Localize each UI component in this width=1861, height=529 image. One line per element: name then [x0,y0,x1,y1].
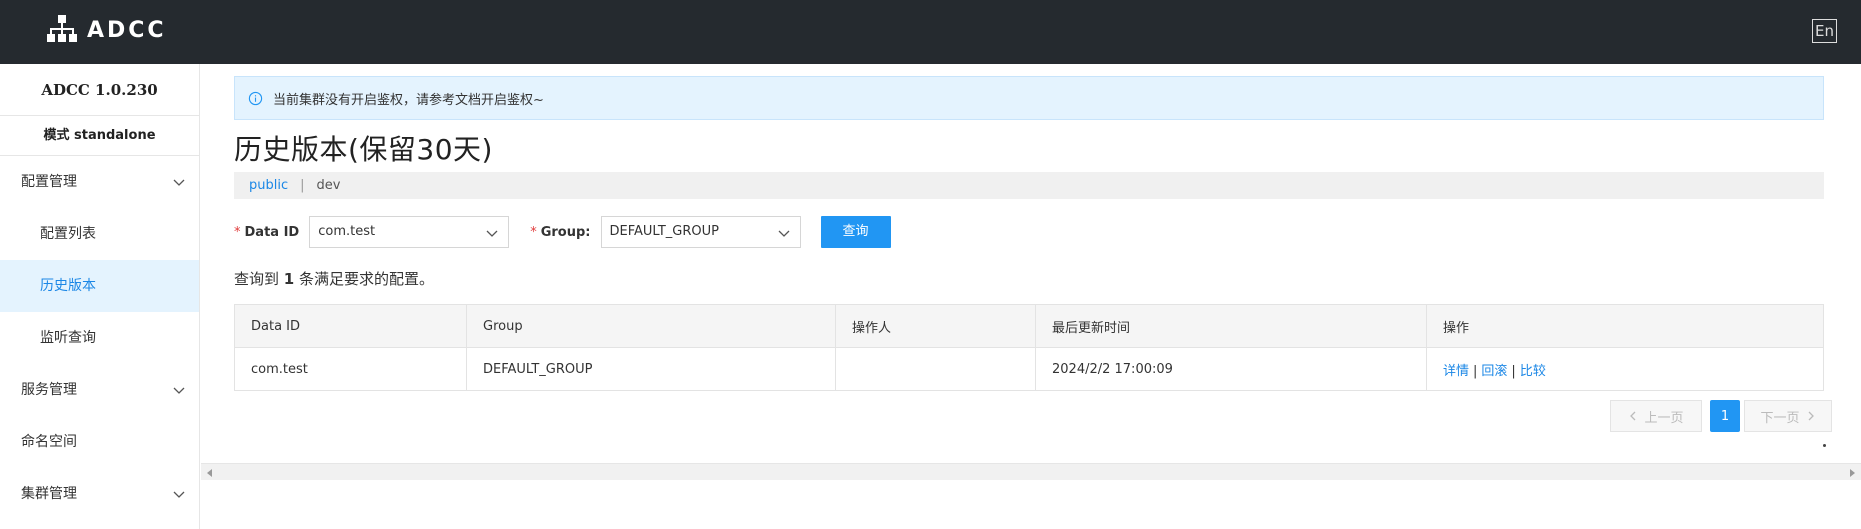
sidebar-item-namespace[interactable]: 命名空间 [0,416,199,468]
top-bar: ADCC En [0,0,1861,64]
compare-link[interactable]: 比较 [1520,364,1546,379]
network-logo-icon [47,15,77,42]
sidebar-item-label: 命名空间 [21,434,77,450]
sidebar: ADCC 1.0.230 模式 standalone 配置管理 配置列表 历史版… [0,64,200,529]
language-toggle-button[interactable]: En [1812,19,1837,43]
table-header-row: Data ID Group 操作人 最后更新时间 操作 [234,304,1824,348]
result-prefix: 查询到 [234,270,280,288]
sidebar-item-label: 历史版本 [40,278,96,294]
chevron-down-icon [173,491,185,498]
cell-data-id: com.test [234,347,467,391]
next-page-label: 下一页 [1760,410,1800,426]
prev-page-label: 上一页 [1644,410,1684,426]
page-number-current[interactable]: 1 [1710,400,1740,432]
data-id-select[interactable]: com.test [309,216,510,248]
required-mark: * [530,224,537,240]
required-mark: * [234,224,241,240]
namespace-bar: public | dev [234,172,1824,199]
detail-link[interactable]: 详情 [1443,364,1469,379]
sidebar-item-label: 监听查询 [40,330,96,346]
sidebar-item-label: 服务管理 [21,382,77,398]
horizontal-scrollbar[interactable] [201,463,1861,480]
data-id-label: Data ID [244,224,300,240]
prev-page-button[interactable]: 上一页 [1610,400,1702,432]
chevron-right-icon [1808,411,1814,421]
group-label: Group: [540,224,591,240]
result-count: 1 [283,270,295,288]
result-suffix: 条满足要求的配置。 [299,270,435,288]
sidebar-mode: 模式 standalone [0,116,199,156]
cell-group: DEFAULT_GROUP [466,347,836,391]
column-header-data-id[interactable]: Data ID [234,304,467,348]
group-value: DEFAULT_GROUP [609,224,720,239]
namespace-separator: | [300,178,305,193]
sidebar-item-service-management[interactable]: 服务管理 [0,364,199,416]
sidebar-item-config-list[interactable]: 配置列表 [0,208,199,260]
chevron-down-icon [778,230,789,237]
page-title: 历史版本(保留30天) [234,133,493,166]
chevron-down-icon [173,179,185,186]
column-header-last-updated[interactable]: 最后更新时间 [1035,304,1427,348]
cell-operator [835,347,1036,391]
scroll-left-arrow-icon[interactable] [207,469,212,477]
main-content: 当前集群没有开启鉴权，请参考文档开启鉴权~ 历史版本(保留30天) public… [201,64,1861,529]
rollback-link[interactable]: 回滚 [1481,364,1507,379]
app-root: ADCC En ADCC 1.0.230 模式 standalone 配置管理 … [0,0,1861,529]
info-icon [248,91,263,105]
logo-text: ADCC [87,17,167,43]
column-header-group[interactable]: Group [466,304,836,348]
query-button[interactable]: 查询 [820,216,891,248]
cell-last-updated: 2024/2/2 17:00:09 [1035,347,1427,391]
group-select[interactable]: DEFAULT_GROUP [600,216,801,248]
sidebar-item-label: 配置列表 [40,226,96,242]
scroll-right-arrow-icon[interactable] [1850,469,1855,477]
namespace-link-public[interactable]: public [249,178,288,193]
chevron-left-icon [1630,411,1636,421]
next-page-button[interactable]: 下一页 [1744,400,1832,432]
chevron-down-icon [486,230,498,237]
cell-actions: 详情 | 回滚 | 比较 [1426,347,1824,391]
sidebar-item-listener-query[interactable]: 监听查询 [0,312,199,364]
action-separator: | [1473,363,1478,379]
column-header-actions: 操作 [1426,304,1824,348]
sidebar-item-label: 配置管理 [21,174,77,190]
table-row: com.test DEFAULT_GROUP 2024/2/2 17:00:09… [234,347,1824,391]
sidebar-item-cluster-management[interactable]: 集群管理 [0,468,199,520]
namespace-link-dev[interactable]: dev [317,178,341,193]
pagination: 上一页 1 下一页 [1610,400,1832,432]
result-summary: 查询到 1 条满足要求的配置。 [234,268,434,289]
sidebar-item-config-management[interactable]: 配置管理 [0,156,199,208]
notice-text: 当前集群没有开启鉴权，请参考文档开启鉴权~ [273,92,544,108]
chevron-down-icon [173,387,185,394]
filter-row: * Data ID com.test * Group: DEFAULT_GROU… [234,216,891,248]
history-table: Data ID Group 操作人 最后更新时间 操作 com.test DEF… [234,304,1824,391]
auth-notice: 当前集群没有开启鉴权，请参考文档开启鉴权~ [234,76,1824,120]
action-separator: | [1511,363,1516,379]
sidebar-item-label: 集群管理 [21,486,77,502]
resize-dot [1823,444,1826,447]
sidebar-item-history-versions[interactable]: 历史版本 [0,260,199,312]
logo[interactable]: ADCC [47,15,167,45]
column-header-operator[interactable]: 操作人 [835,304,1036,348]
data-id-value: com.test [318,224,376,239]
sidebar-version: ADCC 1.0.230 [0,64,199,116]
